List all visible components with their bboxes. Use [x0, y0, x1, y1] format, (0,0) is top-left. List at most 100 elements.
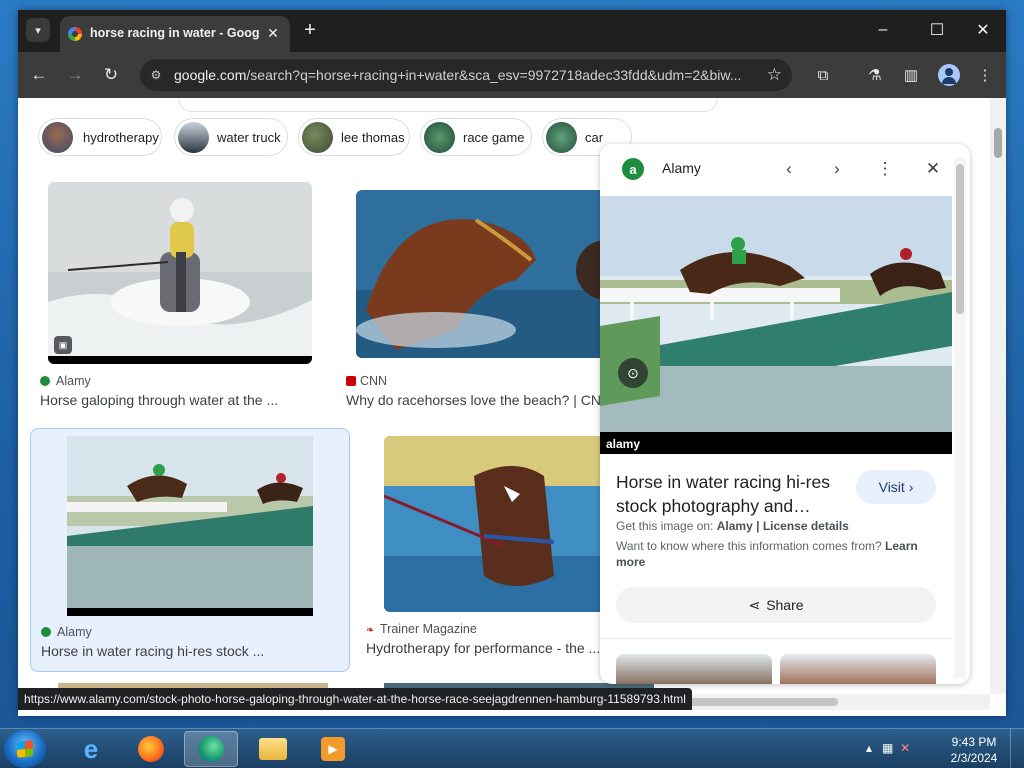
preview-image[interactable]: alamy: [600, 196, 952, 454]
steeplechase-water-photo: [67, 436, 313, 616]
chip-label: car: [585, 130, 604, 145]
visit-button[interactable]: Visit ›: [856, 470, 936, 504]
forward-arrow-icon: →: [66, 65, 84, 84]
related-image[interactable]: [780, 654, 936, 684]
source-name: CNN: [360, 374, 388, 388]
page-vertical-scrollbar[interactable]: [990, 98, 1006, 694]
profile-avatar[interactable]: [938, 64, 960, 86]
media-player-icon: ▶: [321, 737, 345, 761]
trainer-magazine-favicon-icon: ❧: [366, 625, 375, 636]
panel-scrollbar[interactable]: [954, 158, 966, 678]
taskbar-edge[interactable]: [184, 731, 238, 767]
close-panel-button[interactable]: ✕: [920, 156, 946, 182]
forward-button[interactable]: →: [62, 62, 88, 88]
clock-time: 9:43 PM: [951, 735, 997, 749]
taskbar-internet-explorer[interactable]: e: [64, 731, 118, 767]
previous-image-button[interactable]: ‹: [776, 156, 802, 182]
panel-image-title[interactable]: Horse in water racing hi-res stock photo…: [616, 470, 856, 518]
browser-toolbar: ← → ↻ ⚙ google.com/search?q=horse+racing…: [18, 52, 1006, 98]
horse-pool-photo: [384, 436, 624, 612]
bookmark-star-icon[interactable]: ☆: [767, 65, 782, 85]
start-button[interactable]: [4, 730, 46, 768]
new-tab-button[interactable]: +: [298, 18, 322, 42]
license-details-link[interactable]: License details: [763, 519, 849, 533]
result-caption[interactable]: Hydrotherapy for performance - the ...: [366, 640, 602, 656]
site-info-icon[interactable]: ⚙: [148, 67, 164, 83]
chip-thumbnail: [302, 122, 333, 153]
chip-thumbnail: [42, 122, 73, 153]
next-image-button[interactable]: ›: [824, 156, 850, 182]
more-vertical-icon: ⋮: [876, 159, 894, 178]
result-image[interactable]: ▣: [48, 182, 312, 364]
result-caption[interactable]: Horse in water racing hi-res stock ...: [41, 643, 341, 659]
image-type-icon: ▣: [54, 336, 72, 354]
labs-flask-icon[interactable]: ⚗: [864, 64, 886, 86]
license-site-link[interactable]: Alamy: [717, 519, 753, 533]
chevron-right-icon: ›: [908, 479, 914, 495]
image-result[interactable]: CNN Why do racehorses love the beach? | …: [344, 182, 644, 412]
more-menu-icon[interactable]: ⋮: [974, 64, 996, 86]
image-preview-panel: a Alamy ‹ › ⋮ ✕ alamy ⊙ Horse in water r…: [600, 144, 970, 684]
result-source[interactable]: CNN: [346, 374, 387, 388]
chip-water-truck[interactable]: water truck: [174, 118, 288, 156]
url-host: google.com: [174, 67, 247, 83]
close-window-button[interactable]: ✕: [960, 16, 1006, 44]
related-image[interactable]: [616, 654, 772, 684]
back-button[interactable]: ←: [26, 62, 52, 88]
network-icon[interactable]: ▦: [882, 741, 893, 755]
result-image[interactable]: [384, 436, 624, 612]
visit-label: Visit: [878, 479, 905, 495]
taskbar-clock[interactable]: 9:43 PM 2/3/2024: [948, 734, 1000, 766]
internet-explorer-icon: e: [83, 733, 99, 764]
extensions-icon[interactable]: ⧉: [812, 64, 834, 86]
show-desktop-button[interactable]: [1010, 729, 1024, 768]
share-label: Share: [766, 597, 804, 613]
result-caption[interactable]: Horse galoping through water at the ...: [40, 392, 330, 408]
taskbar-firefox[interactable]: [124, 731, 178, 767]
close-tab-icon[interactable]: ✕: [264, 24, 282, 42]
clock-date: 2/3/2024: [950, 751, 998, 765]
side-panel-icon[interactable]: ▥: [900, 64, 922, 86]
panel-site-name[interactable]: Alamy: [662, 160, 701, 176]
share-button[interactable]: ⋖ Share: [616, 587, 936, 623]
image-result[interactable]: ▣ Alamy Horse galoping through water at …: [38, 182, 338, 412]
reload-button[interactable]: ↻: [98, 62, 124, 88]
tab-search-button[interactable]: ▾: [26, 18, 50, 42]
license-line: Get this image on: Alamy | License detai…: [616, 519, 849, 533]
page-horizontal-scrollbar-thumb[interactable]: [678, 698, 838, 706]
close-icon: ✕: [925, 159, 941, 178]
taskbar-media-player[interactable]: ▶: [306, 731, 360, 767]
cnn-favicon-icon: [346, 376, 356, 386]
url-path: /search?q=horse+racing+in+water&sca_esv=…: [246, 67, 742, 83]
show-hidden-icons-icon[interactable]: ▴: [866, 741, 872, 755]
result-image[interactable]: [356, 190, 626, 358]
result-source[interactable]: ❧ Trainer Magazine: [366, 622, 477, 636]
result-source[interactable]: Alamy: [41, 625, 92, 639]
image-result-selected[interactable]: ▣ Alamy Horse in water racing hi-res sto…: [30, 428, 350, 672]
address-bar[interactable]: ⚙ google.com/search?q=horse+racing+in+wa…: [140, 59, 792, 91]
source-name: Alamy: [57, 625, 92, 639]
firefox-icon: [138, 736, 164, 762]
result-caption[interactable]: Why do racehorses love the beach? | CNN: [346, 392, 602, 408]
alamy-logo-icon: a: [622, 158, 644, 180]
panel-scrollbar-thumb[interactable]: [956, 164, 964, 314]
more-options-button[interactable]: ⋮: [872, 156, 898, 182]
chip-race-game[interactable]: race game: [420, 118, 532, 156]
minimize-button[interactable]: –: [860, 16, 906, 44]
chip-lee-thomas[interactable]: lee thomas: [298, 118, 410, 156]
page-vertical-scrollbar-thumb[interactable]: [994, 128, 1002, 158]
jockey-water-photo: [48, 182, 312, 364]
maximize-button[interactable]: ☐: [914, 16, 960, 44]
result-source[interactable]: Alamy: [40, 374, 91, 388]
search-results-page: hydrotherapy water truck lee thomas race…: [18, 98, 1006, 716]
chip-hydrotherapy[interactable]: hydrotherapy: [38, 118, 162, 156]
volume-muted-icon[interactable]: ✕: [900, 741, 910, 755]
browser-window: ▾ horse racing in water - Google ✕ + – ☐…: [18, 10, 1006, 716]
taskbar-file-explorer[interactable]: [246, 731, 300, 767]
license-separator: |: [756, 519, 760, 533]
google-lens-icon[interactable]: ⊙: [618, 358, 648, 388]
tab-active[interactable]: horse racing in water - Google ✕: [60, 16, 290, 52]
chip-thumbnail: [424, 122, 455, 153]
horse-splash-photo: [356, 190, 626, 358]
result-image[interactable]: ▣: [67, 436, 313, 616]
